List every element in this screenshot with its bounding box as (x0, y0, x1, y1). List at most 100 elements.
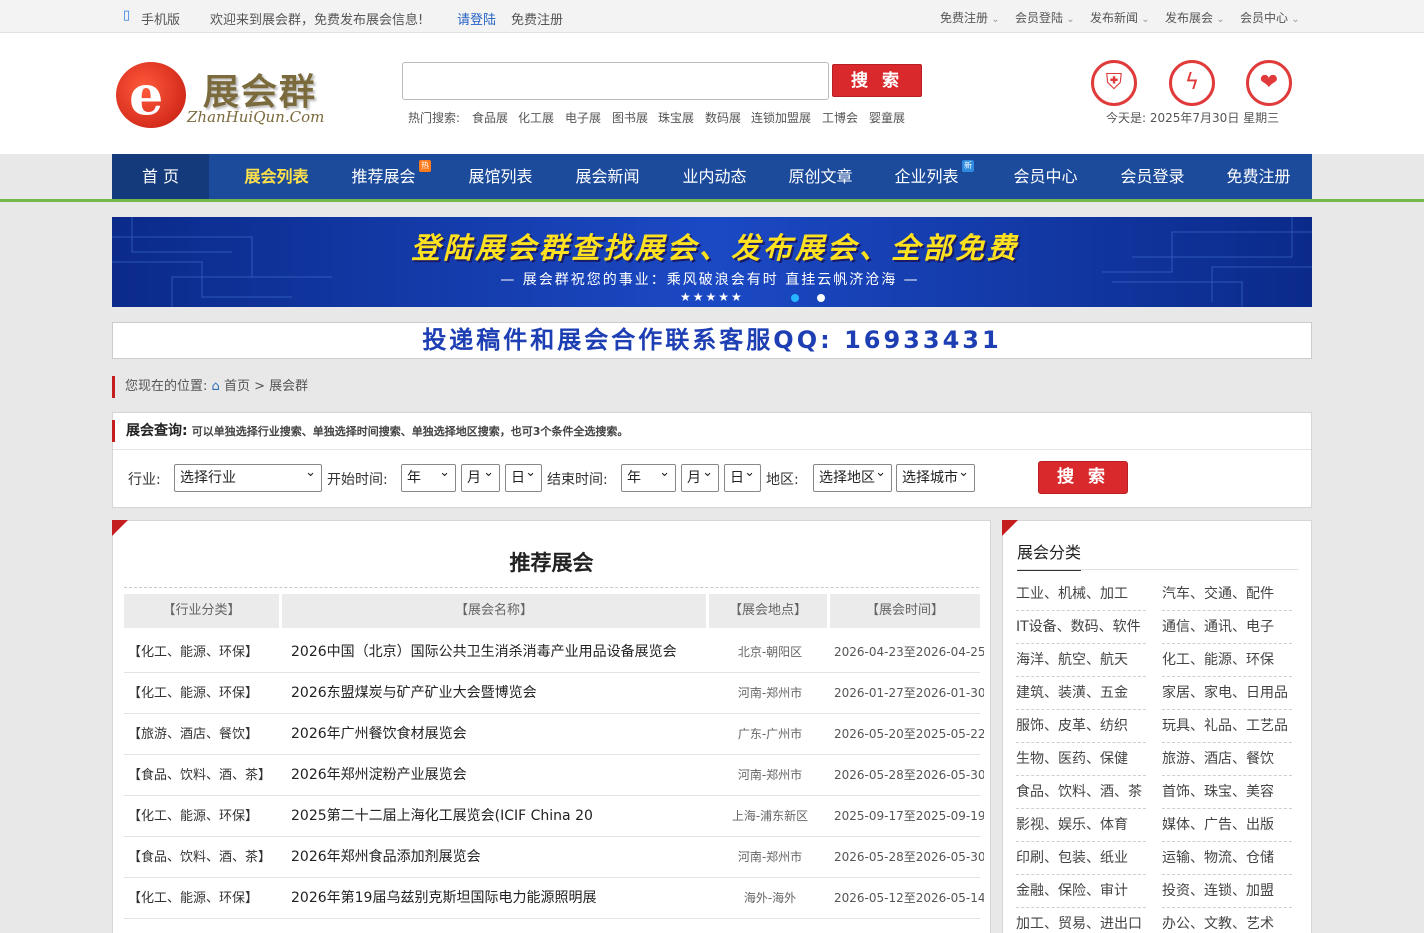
row-expo-name[interactable]: 2026年第19届乌兹别克斯坦国际电力能源照明展 (291, 878, 701, 919)
table-row[interactable]: 【食品、饮料、酒、茶】 2026年郑州食品添加剂展览会 河南-郑州市 2026-… (124, 837, 984, 878)
category-link[interactable]: IT设备、数码、软件 (1016, 611, 1146, 644)
row-expo-name[interactable]: 2026中国（北京）国际公共卫生消杀消毒产业用品设备展览会 (291, 632, 701, 673)
login-link[interactable]: 请登陆 (457, 9, 496, 28)
register-link[interactable]: 免费注册 (511, 9, 563, 28)
industry-select[interactable]: 选择行业 (174, 464, 322, 492)
category-link[interactable]: 家居、家电、日用品 (1162, 677, 1292, 710)
end-month-select[interactable]: 月 (681, 464, 719, 492)
category-link[interactable]: 印刷、包装、纸业 (1016, 842, 1146, 875)
region-label: 地区: (766, 472, 799, 488)
top-publish-menu[interactable]: 发布展会 (1165, 9, 1225, 26)
breadcrumb-label: 您现在的位置: (125, 379, 208, 394)
region-select[interactable]: 选择地区 (813, 464, 892, 492)
category-link[interactable]: 影视、娱乐、体育 (1016, 809, 1146, 842)
nav-member-login[interactable]: 会员登录 (1105, 154, 1200, 199)
end-time-label: 结束时间: (547, 472, 608, 488)
table-row[interactable]: 【化工、能源、环保】 2025第二十二届上海化工展览会(ICIF China 2… (124, 796, 984, 837)
top-news-menu[interactable]: 发布新闻 (1090, 9, 1150, 26)
end-year-select[interactable]: 年 (621, 464, 676, 492)
category-link[interactable]: 加工、贸易、进出口 (1016, 908, 1146, 933)
category-link[interactable]: 运输、物流、仓储 (1162, 842, 1292, 875)
nav-free-register[interactable]: 免费注册 (1211, 154, 1306, 199)
category-link[interactable]: 金融、保险、审计 (1016, 875, 1146, 908)
table-row[interactable]: 【旅游、酒店、餐饮】 2026年广州餐饮食材展览会 广东-广州市 2026-05… (124, 714, 984, 755)
row-time: 2026-04-23至2026-04-25 (834, 645, 984, 659)
row-expo-name[interactable]: 2026年郑州淀粉产业展览会 (291, 755, 701, 796)
table-row[interactable]: 【化工、能源、环保】 2026东盟煤炭与矿产矿业大会暨博览会 河南-郑州市 20… (124, 673, 984, 714)
hot-search-link[interactable]: 电子展 (565, 109, 601, 126)
row-industry[interactable]: 【旅游、酒店、餐饮】 (128, 714, 278, 755)
category-link[interactable]: 玩具、礼品、工艺品 (1162, 710, 1292, 743)
header-time: 【展会时间】 (830, 594, 980, 628)
row-industry[interactable]: 【食品、饮料、酒、茶】 (128, 755, 278, 796)
category-link[interactable]: 汽车、交通、配件 (1162, 578, 1292, 611)
search-button[interactable]: 搜 索 (832, 64, 922, 97)
nav-venue-list[interactable]: 展馆列表 (453, 154, 548, 199)
category-link[interactable]: 建筑、装潢、五金 (1016, 677, 1146, 710)
mobile-link[interactable]: 手机版 (141, 9, 180, 28)
corner-marker (112, 520, 128, 536)
home-icon: ⌂ (211, 379, 220, 394)
hot-search-link[interactable]: 婴童展 (869, 109, 905, 126)
query-search-button[interactable]: 搜 索 (1038, 461, 1128, 494)
category-link[interactable]: 旅游、酒店、餐饮 (1162, 743, 1292, 776)
start-day-select[interactable]: 日 (505, 464, 542, 492)
nav-home[interactable]: 首 页 (112, 154, 209, 199)
nav-member-center[interactable]: 会员中心 (998, 154, 1093, 199)
hot-search-label: 热门搜索: (408, 111, 461, 125)
hot-search-link[interactable]: 图书展 (612, 109, 648, 126)
category-link[interactable]: 服饰、皮革、纺织 (1016, 710, 1146, 743)
category-link[interactable]: 化工、能源、环保 (1162, 644, 1292, 677)
header-industry: 【行业分类】 (124, 594, 279, 628)
search-input[interactable] (402, 62, 829, 100)
category-link[interactable]: 海洋、航空、航天 (1016, 644, 1146, 677)
category-link[interactable]: 投资、连锁、加盟 (1162, 875, 1292, 908)
row-location: 河南-郑州市 (737, 850, 803, 864)
hot-search-link[interactable]: 珠宝展 (658, 109, 694, 126)
banner-headline: 登陆展会群查找展会、发布展会、全部免费 (410, 231, 1019, 265)
nav-company-list[interactable]: 企业列表 (879, 154, 974, 199)
start-month-select[interactable]: 月 (461, 464, 500, 492)
row-expo-name[interactable]: 2026年郑州食品添加剂展览会 (291, 837, 701, 878)
row-industry[interactable]: 【化工、能源、环保】 (128, 878, 278, 919)
banner-dot[interactable] (817, 294, 825, 302)
table-row[interactable]: 【化工、能源、环保】 2026中国（北京）国际公共卫生消杀消毒产业用品设备展览会… (124, 632, 984, 673)
category-link[interactable]: 工业、机械、加工 (1016, 578, 1146, 611)
top-member-menu[interactable]: 会员中心 (1240, 9, 1300, 26)
nav-original-articles[interactable]: 原创文章 (773, 154, 868, 199)
table-row[interactable]: 【化工、能源、环保】 2026年第19届乌兹别克斯坦国际电力能源照明展 海外-海… (124, 878, 984, 919)
hot-search-link[interactable]: 连锁加盟展 (751, 109, 811, 126)
category-link[interactable]: 办公、文教、艺术 (1162, 908, 1292, 933)
category-link[interactable]: 通信、通讯、电子 (1162, 611, 1292, 644)
row-industry[interactable]: 【化工、能源、环保】 (128, 796, 278, 837)
row-industry[interactable]: 【化工、能源、环保】 (128, 673, 278, 714)
row-industry[interactable]: 【食品、饮料、酒、茶】 (128, 837, 278, 878)
nav-expo-list[interactable]: 展会列表 (229, 154, 324, 199)
row-industry[interactable]: 【化工、能源、环保】 (128, 632, 278, 673)
table-row[interactable]: 【食品、饮料、酒、茶】 2026年郑州淀粉产业展览会 河南-郑州市 2026-0… (124, 755, 984, 796)
breadcrumb-current[interactable]: 展会群 (269, 379, 308, 394)
banner-slogan: — 展会群祝您的事业：乘风破浪会有时 直挂云帆济沧海 — (500, 272, 920, 288)
category-link[interactable]: 首饰、珠宝、美容 (1162, 776, 1292, 809)
category-link[interactable]: 生物、医药、保健 (1016, 743, 1146, 776)
category-link[interactable]: 媒体、广告、出版 (1162, 809, 1292, 842)
banner-dot[interactable] (791, 294, 799, 302)
category-link[interactable]: 食品、饮料、酒、茶 (1016, 776, 1146, 809)
breadcrumb-home[interactable]: 首页 (224, 379, 250, 394)
nav-industry-news[interactable]: 业内动态 (667, 154, 762, 199)
top-login-menu[interactable]: 会员登陆 (1015, 9, 1075, 26)
nav-recommended[interactable]: 推荐展会 (336, 154, 431, 199)
hot-search-link[interactable]: 数码展 (705, 109, 741, 126)
hot-search-link[interactable]: 食品展 (472, 109, 508, 126)
hot-search-link[interactable]: 工博会 (822, 109, 858, 126)
start-year-select[interactable]: 年 (401, 464, 456, 492)
row-expo-name[interactable]: 2026年广州餐饮食材展览会 (291, 714, 701, 755)
nav-expo-news[interactable]: 展会新闻 (560, 154, 655, 199)
row-time: 2026-01-27至2026-01-30 (834, 686, 984, 700)
row-expo-name[interactable]: 2025第二十二届上海化工展览会(ICIF China 20 (291, 796, 701, 837)
top-register-menu[interactable]: 免费注册 (940, 9, 1000, 26)
hot-search-link[interactable]: 化工展 (518, 109, 554, 126)
end-day-select[interactable]: 日 (724, 464, 761, 492)
row-expo-name[interactable]: 2026东盟煤炭与矿产矿业大会暨博览会 (291, 673, 701, 714)
city-select[interactable]: 选择城市 (896, 464, 975, 492)
